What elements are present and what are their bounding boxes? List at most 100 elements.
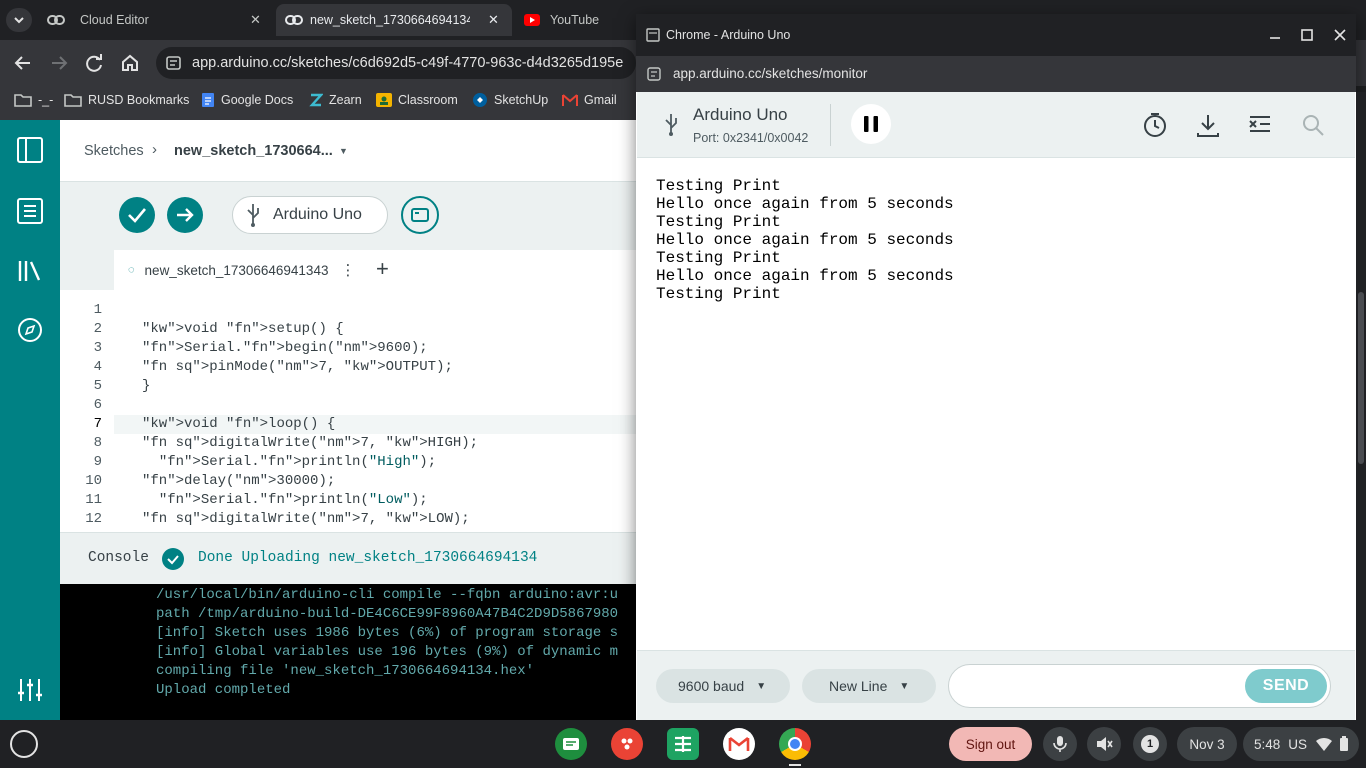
usb-icon — [665, 114, 677, 136]
back-icon[interactable] — [12, 52, 34, 74]
monitor-board-name: Arduino Uno — [693, 105, 788, 124]
scrollbar[interactable] — [1356, 92, 1366, 720]
bookmark-rusd[interactable]: RUSD Bookmarks — [64, 86, 189, 114]
scrollbar-thumb[interactable] — [1358, 292, 1364, 464]
settings-sliders-icon[interactable] — [17, 677, 43, 703]
clear-output-icon[interactable] — [1247, 112, 1273, 138]
message-input[interactable] — [965, 673, 1235, 699]
message-input-box: SEND — [948, 664, 1331, 708]
sign-out-button[interactable]: Sign out — [949, 727, 1032, 761]
locale: US — [1288, 736, 1308, 752]
sheets-app-icon[interactable] — [667, 728, 699, 760]
tab-search-button[interactable] — [6, 8, 32, 32]
media-button[interactable] — [1087, 727, 1121, 761]
link-icon — [285, 15, 303, 25]
zearn-icon — [309, 93, 323, 107]
download-icon[interactable] — [1195, 112, 1221, 138]
success-icon — [162, 548, 184, 570]
line-number: 3 — [93, 340, 102, 356]
date-button[interactable]: Nov 3 — [1177, 727, 1237, 761]
libraries-icon[interactable] — [17, 258, 43, 284]
close-icon[interactable] — [1333, 28, 1347, 42]
more-icon[interactable]: ⋮ — [341, 261, 356, 279]
tab-cloud-editor[interactable]: Cloud Editor ✕ — [40, 4, 272, 36]
header-divider — [830, 104, 831, 146]
tab-youtube[interactable]: YouTube — [516, 4, 636, 36]
bookmark-gmail[interactable]: Gmail — [562, 86, 617, 114]
tab-title: Cloud Editor — [80, 13, 149, 27]
youtube-icon — [524, 14, 540, 26]
line-number: 12 — [85, 511, 102, 527]
file-tab[interactable]: ◌ new_sketch_17306646941343 ⋮ — [114, 250, 364, 290]
line-number: 10 — [85, 473, 102, 489]
line-number: 1 — [93, 302, 102, 318]
search-icon[interactable] — [1300, 112, 1326, 138]
gmail-icon — [562, 94, 578, 106]
upload-button[interactable] — [167, 197, 203, 233]
verify-button[interactable] — [119, 197, 155, 233]
sketchbook-icon[interactable] — [17, 198, 43, 224]
console-label[interactable]: Console — [88, 550, 149, 566]
reload-icon[interactable] — [83, 52, 105, 74]
gmail-app-icon[interactable] — [723, 728, 755, 760]
popup-url: app.arduino.cc/sketches/monitor — [673, 66, 868, 81]
monitor-output-line: Hello once again from 5 seconds — [656, 267, 954, 285]
chevron-down-icon[interactable]: ▼ — [339, 146, 348, 156]
status-tray[interactable]: 5:48 US — [1243, 727, 1359, 761]
tab-new-sketch[interactable]: new_sketch_1730664694134 - ✕ — [276, 4, 512, 36]
line-ending-select[interactable]: New Line ▼ — [802, 669, 936, 703]
bookmark-classroom[interactable]: Classroom — [376, 86, 458, 114]
minimize-icon[interactable] — [1268, 28, 1282, 42]
microphone-icon — [1053, 736, 1067, 752]
folder-icon — [14, 94, 32, 107]
console-line: [info] Global variables use 196 bytes (9… — [156, 644, 619, 660]
tab-title: new_sketch_1730664694134 - — [310, 13, 470, 27]
console-line: path /tmp/arduino-build-DE4C6CE99F8960A4… — [156, 606, 619, 622]
line-number: 8 — [93, 435, 102, 451]
close-icon[interactable]: ✕ — [488, 12, 499, 28]
classroom-app-icon[interactable] — [555, 728, 587, 760]
sketch-name[interactable]: new_sketch_1730664... — [174, 143, 333, 159]
board-selector[interactable]: Arduino Uno — [232, 196, 388, 234]
line-number: 7 — [93, 416, 102, 432]
bookmark-folder[interactable]: -_- — [14, 86, 53, 114]
chevron-down-icon: ▼ — [756, 680, 767, 692]
chrome-app-icon[interactable] — [779, 728, 811, 760]
send-button[interactable]: SEND — [1245, 669, 1327, 703]
microphone-button[interactable] — [1043, 727, 1077, 761]
serial-monitor-icon — [411, 208, 429, 222]
running-indicator — [789, 764, 801, 766]
serial-monitor-button[interactable] — [401, 196, 439, 234]
bookmark-zearn[interactable]: Zearn — [309, 86, 362, 114]
breadcrumb-sketches[interactable]: Sketches — [84, 143, 144, 159]
code-line: "fn sq">pinMode("nm">7, "kw">OUTPUT); — [142, 359, 453, 375]
baud-rate-select[interactable]: 9600 baud ▼ — [656, 669, 790, 703]
board-name: Arduino Uno — [273, 206, 362, 223]
close-icon[interactable]: ✕ — [250, 12, 261, 28]
timestamp-icon[interactable] — [1142, 112, 1168, 138]
maximize-icon[interactable] — [1300, 28, 1314, 42]
bookmark-google-docs[interactable]: Google Docs — [201, 86, 293, 114]
console-line: Upload completed — [156, 682, 291, 698]
forward-icon[interactable] — [48, 52, 70, 74]
code-line: "kw">void "fn">setup() { — [142, 321, 344, 337]
reference-icon[interactable] — [17, 317, 43, 343]
pause-button[interactable] — [851, 104, 891, 144]
canvas-app-icon[interactable] — [611, 728, 643, 760]
line-number: 9 — [93, 454, 102, 470]
popup-url-bar: app.arduino.cc/sketches/monitor — [636, 56, 1356, 92]
usb-icon — [247, 204, 259, 227]
notification-button[interactable]: 1 — [1133, 727, 1167, 761]
home-icon[interactable] — [119, 52, 141, 74]
monitor-output-line: Hello once again from 5 seconds — [656, 195, 954, 213]
bookmark-sketchup[interactable]: SketchUp — [472, 86, 548, 114]
launcher-button[interactable] — [10, 730, 38, 758]
code-line: "fn">Serial."fn">begin("nm">9600); — [142, 340, 428, 356]
sidebar-toggle-icon[interactable] — [17, 137, 43, 163]
notification-count: 1 — [1141, 735, 1159, 753]
site-info-icon — [166, 56, 181, 70]
address-bar[interactable]: app.arduino.cc/sketches/c6d692d5-c49f-47… — [156, 47, 636, 79]
popup-title: Chrome - Arduino Uno — [666, 28, 791, 42]
code-line: "fn sq">digitalWrite("nm">7, "kw">LOW); — [142, 511, 470, 527]
add-tab-icon[interactable]: + — [376, 256, 389, 282]
